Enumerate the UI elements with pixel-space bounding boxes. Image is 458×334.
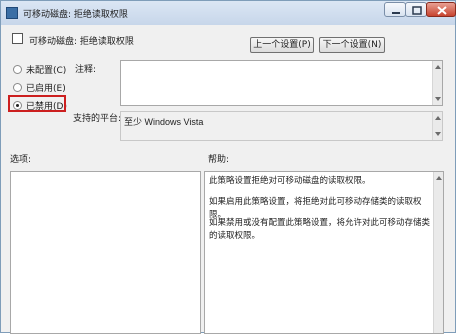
help-paragraph: 如果禁用或没有配置此策略设置，将允许对此可移动存储类的读取权限。: [209, 218, 431, 241]
scroll-down-icon[interactable]: [435, 97, 441, 101]
close-icon: [437, 6, 447, 15]
help-panel: 此策略设置拒绝对可移动磁盘的读取权限。 如果启用此策略设置，将拒绝对此可移动存储…: [204, 171, 444, 334]
comment-textarea[interactable]: [120, 60, 443, 106]
comment-scrollbar[interactable]: [432, 61, 442, 105]
options-label: 选项:: [10, 155, 32, 165]
highlight-frame: [8, 95, 66, 112]
policy-setting-window: 可移动磁盘: 拒绝读取权限 可移动磁盘: 拒绝读取权限 上一个设置(P) 下一个…: [0, 0, 456, 334]
policy-setting-icon: [12, 33, 23, 44]
radio-enabled[interactable]: [13, 83, 22, 92]
close-button[interactable]: [426, 2, 456, 17]
minimize-icon: [392, 12, 400, 14]
next-setting-button[interactable]: 下一个设置(N): [319, 37, 385, 53]
scroll-down-icon[interactable]: [435, 132, 441, 136]
previous-setting-button[interactable]: 上一个设置(P): [250, 37, 314, 53]
platform-scrollbar[interactable]: [432, 112, 442, 140]
comment-label: 注释:: [75, 65, 97, 75]
radio-not-configured-label[interactable]: 未配置(C): [26, 63, 66, 76]
supported-platform-box: 至少 Windows Vista: [120, 111, 443, 141]
scroll-up-icon[interactable]: [435, 65, 441, 69]
options-panel: [10, 171, 201, 334]
maximize-icon: [412, 6, 422, 15]
scroll-up-icon[interactable]: [435, 116, 441, 120]
supported-platform-value: 至少 Windows Vista: [124, 117, 204, 127]
setting-title: 可移动磁盘: 拒绝读取权限: [29, 37, 134, 47]
help-paragraph: 此策略设置拒绝对可移动磁盘的读取权限。: [209, 176, 371, 186]
maximize-button[interactable]: [405, 2, 427, 17]
minimize-button[interactable]: [384, 2, 406, 17]
policy-window-icon: [6, 7, 18, 19]
help-scrollbar[interactable]: [433, 172, 443, 333]
title-bar[interactable]: 可移动磁盘: 拒绝读取权限: [1, 1, 456, 25]
radio-not-configured[interactable]: [13, 65, 22, 74]
help-label: 帮助:: [208, 155, 230, 165]
radio-enabled-label[interactable]: 已启用(E): [26, 81, 66, 94]
scroll-up-icon[interactable]: [436, 176, 442, 180]
supported-platform-label: 支持的平台:: [73, 114, 122, 124]
window-title: 可移动磁盘: 拒绝读取权限: [23, 10, 128, 20]
